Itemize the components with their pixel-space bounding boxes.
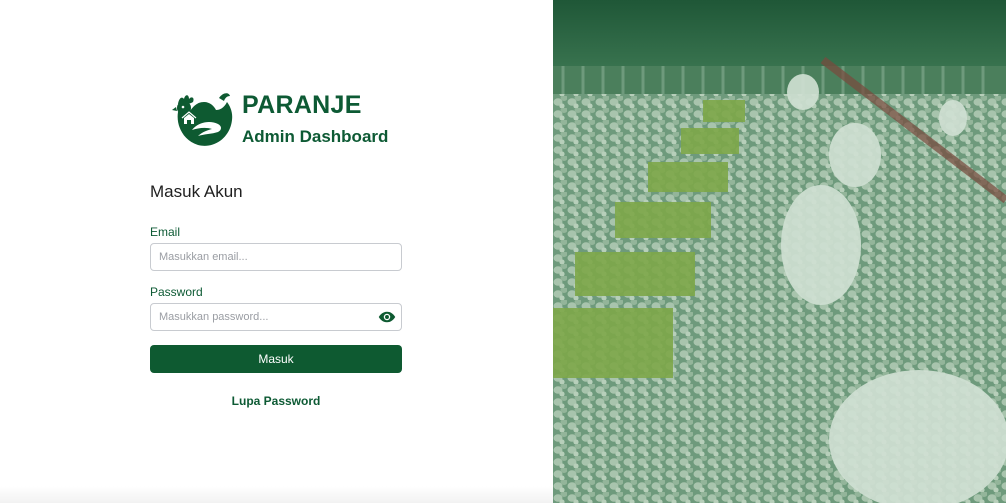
email-field[interactable] bbox=[150, 243, 402, 271]
forgot-password-link[interactable]: Lupa Password bbox=[150, 394, 402, 408]
bottom-shadow bbox=[0, 486, 553, 503]
brand-header: PARANJE Admin Dashboard bbox=[172, 90, 412, 152]
login-panel: PARANJE Admin Dashboard Masuk Akun Email… bbox=[0, 0, 553, 503]
form-title: Masuk Akun bbox=[150, 182, 243, 201]
login-button[interactable]: Masuk bbox=[150, 345, 402, 373]
eye-icon[interactable] bbox=[378, 309, 396, 325]
email-label: Email bbox=[150, 225, 181, 239]
poultry-farm-photo bbox=[553, 0, 1006, 503]
brand-name: PARANJE bbox=[242, 91, 362, 119]
hen-icon bbox=[172, 93, 233, 146]
password-field[interactable] bbox=[150, 303, 402, 331]
password-label: Password bbox=[150, 285, 203, 299]
farm-illustration bbox=[553, 0, 1006, 503]
brand-subtitle: Admin Dashboard bbox=[242, 127, 389, 146]
